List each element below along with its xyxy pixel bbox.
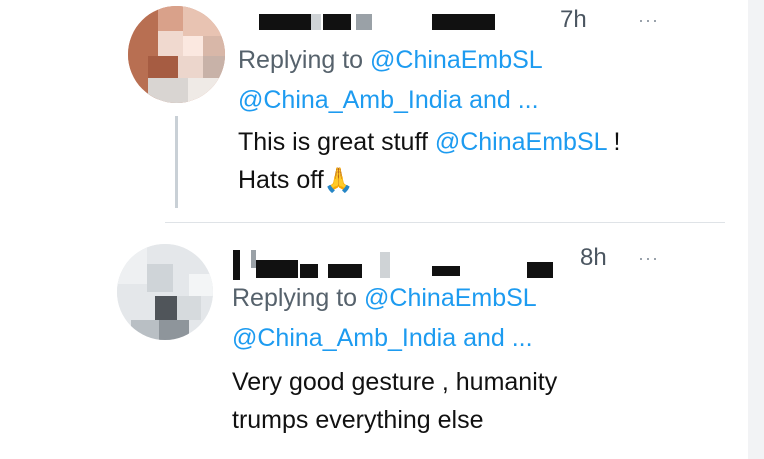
mention-link[interactable]: @ChinaEmbSL bbox=[435, 128, 607, 156]
replying-to-more-link[interactable]: @China_Amb_India and ... bbox=[238, 86, 539, 115]
replying-to-label: Replying to bbox=[232, 284, 365, 312]
redacted-display-name bbox=[380, 252, 390, 278]
reply-tweet[interactable]: 8h ··· Replying to @ChinaEmbSL @China_Am… bbox=[0, 222, 748, 459]
tweet-text: Hats off bbox=[238, 166, 324, 194]
redacted-display-name bbox=[233, 250, 240, 280]
redacted-display-name bbox=[311, 14, 321, 30]
mention-link[interactable]: @ChinaEmbSL bbox=[364, 284, 537, 312]
pixelated-avatar-image bbox=[117, 244, 213, 340]
timestamp[interactable]: 8h bbox=[580, 244, 607, 272]
page-edge bbox=[748, 0, 764, 459]
redacted-display-name bbox=[328, 264, 362, 278]
redacted-username bbox=[432, 14, 495, 30]
redacted-display-name bbox=[300, 264, 318, 278]
tweet-text-line: This is great stuff @ChinaEmbSL ! bbox=[238, 128, 621, 157]
tweet-text: This is great stuff bbox=[238, 128, 435, 156]
redacted-display-name bbox=[259, 14, 311, 30]
tweet-text-line: Hats off🙏 bbox=[238, 166, 354, 195]
redacted-username bbox=[432, 266, 460, 276]
avatar[interactable] bbox=[117, 244, 213, 340]
redacted-username bbox=[527, 262, 553, 278]
replying-to-label: Replying to bbox=[238, 46, 371, 74]
replying-to-line: Replying to @ChinaEmbSL bbox=[238, 46, 543, 75]
redacted-display-name bbox=[256, 260, 298, 278]
tweet-text: ! bbox=[606, 128, 621, 156]
redacted-display-name bbox=[323, 14, 351, 30]
more-options-icon[interactable]: ··· bbox=[638, 10, 659, 31]
timestamp[interactable]: 7h bbox=[560, 6, 587, 34]
avatar[interactable] bbox=[128, 6, 225, 103]
pixelated-avatar-image bbox=[128, 6, 225, 103]
replying-to-more-link[interactable]: @China_Amb_India and ... bbox=[232, 324, 533, 353]
folded-hands-emoji-icon: 🙏 bbox=[323, 167, 354, 194]
tweet-text-line: trumps everything else bbox=[232, 406, 484, 434]
reply-tweet[interactable]: 7h ··· Replying to @ChinaEmbSL @China_Am… bbox=[0, 0, 748, 222]
replying-to-line: Replying to @ChinaEmbSL bbox=[232, 284, 537, 313]
thread-connector-line bbox=[175, 116, 178, 208]
redacted-display-name bbox=[356, 14, 372, 30]
tweet-text-line: Very good gesture , humanity bbox=[232, 368, 558, 396]
more-options-icon[interactable]: ··· bbox=[638, 248, 659, 269]
mention-link[interactable]: @ChinaEmbSL bbox=[370, 46, 543, 74]
